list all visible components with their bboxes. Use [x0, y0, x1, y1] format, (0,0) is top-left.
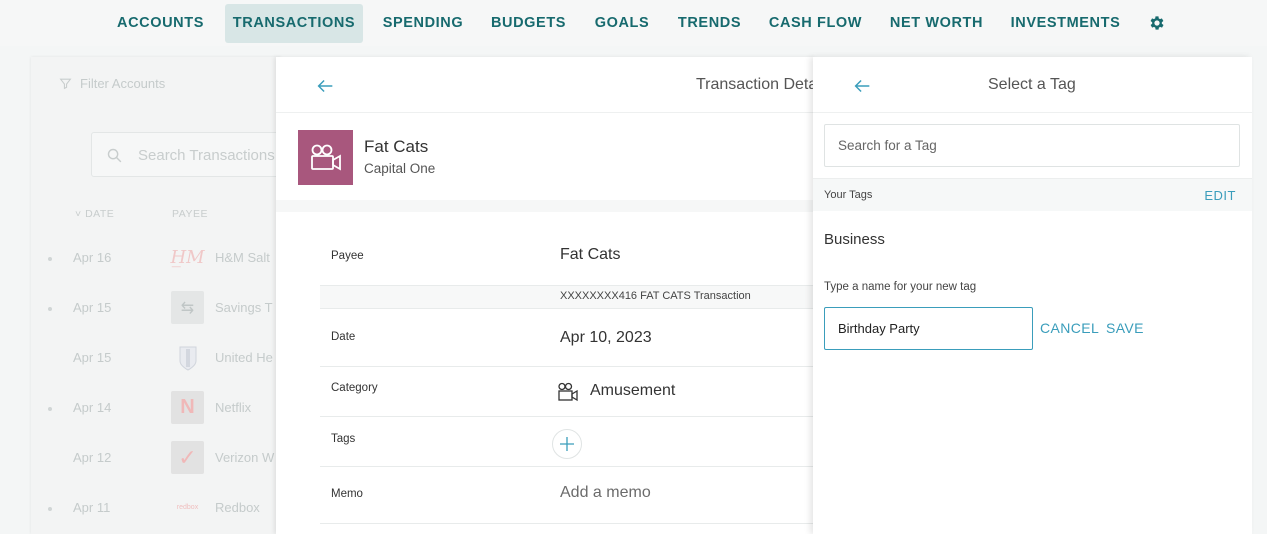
memo-label: Memo	[331, 488, 363, 500]
redbox-logo: redbox	[176, 504, 199, 511]
your-tags-header: Your Tags EDIT	[813, 178, 1252, 211]
gear-icon[interactable]	[1148, 14, 1166, 32]
filter-icon	[59, 78, 72, 90]
search-icon	[107, 148, 122, 163]
your-tags-label: Your Tags	[824, 189, 873, 201]
select-tag-panel: Select a Tag Your Tags EDIT Business Typ…	[813, 57, 1252, 534]
new-tag-label: Type a name for your new tag	[824, 281, 977, 293]
nav-investments[interactable]: INVESTMENTS	[1003, 4, 1128, 43]
transaction-details-panel: Transaction Details Fat Cats Capital One…	[276, 57, 816, 534]
column-date: ˅ DATE	[75, 208, 115, 220]
tag-item-business[interactable]: Business	[824, 231, 885, 248]
plus-icon	[560, 437, 574, 451]
column-payee: PAYEE	[172, 208, 208, 220]
category-value[interactable]: Amusement	[590, 382, 675, 400]
tag-search-input[interactable]	[824, 124, 1240, 167]
merchant-logo	[298, 130, 353, 185]
edit-tags-button[interactable]: EDIT	[1204, 188, 1236, 203]
save-button[interactable]: SAVE	[1106, 320, 1144, 336]
date-value[interactable]: Apr 10, 2023	[560, 329, 652, 347]
nav-transactions[interactable]: TRANSACTIONS	[225, 4, 363, 43]
top-navigation: ACCOUNTS TRANSACTIONS SPENDING BUDGETS G…	[0, 0, 1267, 46]
memo-input[interactable]: Add a memo	[560, 484, 651, 502]
tags-label: Tags	[331, 433, 356, 445]
transaction-search-input: Search Transactions	[91, 132, 291, 177]
merchant-account: Capital One	[364, 161, 436, 176]
back-arrow-icon[interactable]	[851, 75, 873, 97]
nav-goals[interactable]: GOALS	[586, 4, 658, 43]
transfer-icon: ⇆	[171, 291, 204, 324]
table-row: Apr 16 H̲M H&M Salt	[31, 233, 281, 283]
cancel-button[interactable]: CANCEL	[1040, 320, 1099, 336]
category-label: Category	[331, 382, 378, 394]
movie-camera-icon	[310, 144, 341, 171]
transactions-list-background: Filter Accounts Search Transactions ˅ DA…	[31, 57, 291, 534]
nav-accounts[interactable]: ACCOUNTS	[107, 4, 214, 43]
nav-net-worth[interactable]: NET WORTH	[881, 4, 992, 43]
panel-title: Select a Tag	[988, 76, 1076, 93]
filter-accounts: Filter Accounts	[59, 76, 165, 91]
panel-title: Transaction Details	[696, 76, 816, 93]
payee-label: Payee	[331, 250, 364, 262]
back-arrow-icon[interactable]	[314, 75, 336, 97]
date-label: Date	[331, 331, 356, 343]
payee-value[interactable]: Fat Cats	[560, 246, 620, 264]
verizon-check-icon: ✓	[171, 441, 204, 474]
category-movie-camera-icon	[558, 382, 578, 402]
table-row: Apr 15 United He	[31, 333, 281, 383]
shield-icon	[171, 341, 204, 374]
table-row: Apr 11 redbox Redbox	[31, 483, 281, 533]
nav-trends[interactable]: TRENDS	[669, 4, 750, 43]
merchant-name: Fat Cats	[364, 137, 429, 156]
table-row: Apr 12 ✓ Verizon W	[31, 433, 281, 483]
merchant-logo-hm: H̲M	[170, 247, 205, 268]
netflix-logo: N	[171, 391, 204, 424]
new-tag-input[interactable]	[824, 307, 1033, 350]
nav-cash-flow[interactable]: CASH FLOW	[761, 4, 870, 43]
table-row: Apr 15 ⇆ Savings T	[31, 283, 281, 333]
filter-accounts-label: Filter Accounts	[80, 76, 166, 91]
nav-budgets[interactable]: BUDGETS	[483, 4, 574, 43]
transaction-search-placeholder: Search Transactions	[138, 147, 275, 164]
table-row: Apr 14 N Netflix	[31, 383, 281, 433]
add-tag-button[interactable]	[552, 429, 582, 459]
nav-spending[interactable]: SPENDING	[374, 4, 472, 43]
original-description: XXXXXXXX416 FAT CATS Transaction	[320, 285, 816, 309]
